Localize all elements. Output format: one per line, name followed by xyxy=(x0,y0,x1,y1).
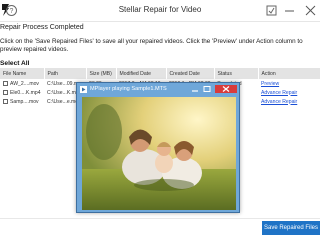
preview-link[interactable]: Preview xyxy=(261,81,279,87)
help-icon: ? xyxy=(6,5,17,16)
save-repaired-files-button[interactable]: Save Repaired Files xyxy=(262,221,320,235)
close-icon xyxy=(305,5,316,16)
gear-icon xyxy=(266,5,277,16)
file-name: Ele0....K.mp4 xyxy=(10,89,41,96)
advance-repair-link[interactable]: Advance Repair xyxy=(261,90,297,96)
settings-button[interactable] xyxy=(263,2,280,19)
video-frame xyxy=(82,97,236,210)
column-header[interactable]: Modified Date xyxy=(116,68,167,79)
file-name: Samp....mov xyxy=(10,98,39,105)
column-header[interactable]: File Name xyxy=(0,68,45,79)
row-checkbox[interactable] xyxy=(3,89,8,95)
close-icon[interactable] xyxy=(215,85,237,93)
minimize-button[interactable] xyxy=(281,2,298,19)
column-header[interactable]: Path xyxy=(44,68,87,79)
column-header[interactable]: Created Date xyxy=(166,68,215,79)
minimize-icon xyxy=(285,10,294,12)
row-checkbox[interactable] xyxy=(3,98,8,104)
column-header[interactable]: Size (MB) xyxy=(86,68,117,79)
select-all-label: Select All xyxy=(0,60,30,67)
instructions-text: Click on the 'Save Repaired Files' to sa… xyxy=(0,38,303,53)
status-title: Repair Process Completed xyxy=(0,24,84,31)
title-bar: Stellar Repair for Video ? xyxy=(0,0,320,22)
svg-text:?: ? xyxy=(10,8,14,15)
advance-repair-link[interactable]: Advance Repair xyxy=(261,99,297,105)
player-window[interactable]: MPlayer playing Sample1.MTS xyxy=(76,82,240,213)
column-header[interactable]: Status xyxy=(214,68,259,79)
footer-divider xyxy=(0,218,320,219)
column-header[interactable]: Action xyxy=(258,68,320,79)
row-checkbox[interactable] xyxy=(3,80,8,86)
close-button[interactable] xyxy=(302,2,319,19)
player-title: MPlayer playing Sample1.MTS xyxy=(90,86,167,92)
select-all-checkbox[interactable]: Select All xyxy=(0,60,29,67)
help-button[interactable]: ? xyxy=(3,2,20,19)
table-header-row: File Name Path Size (MB) Modified Date C… xyxy=(0,68,320,79)
maximize-icon[interactable] xyxy=(202,85,212,93)
file-name: AW_2....mov xyxy=(10,80,39,87)
player-icon xyxy=(80,86,87,93)
minimize-icon[interactable] xyxy=(190,85,200,93)
